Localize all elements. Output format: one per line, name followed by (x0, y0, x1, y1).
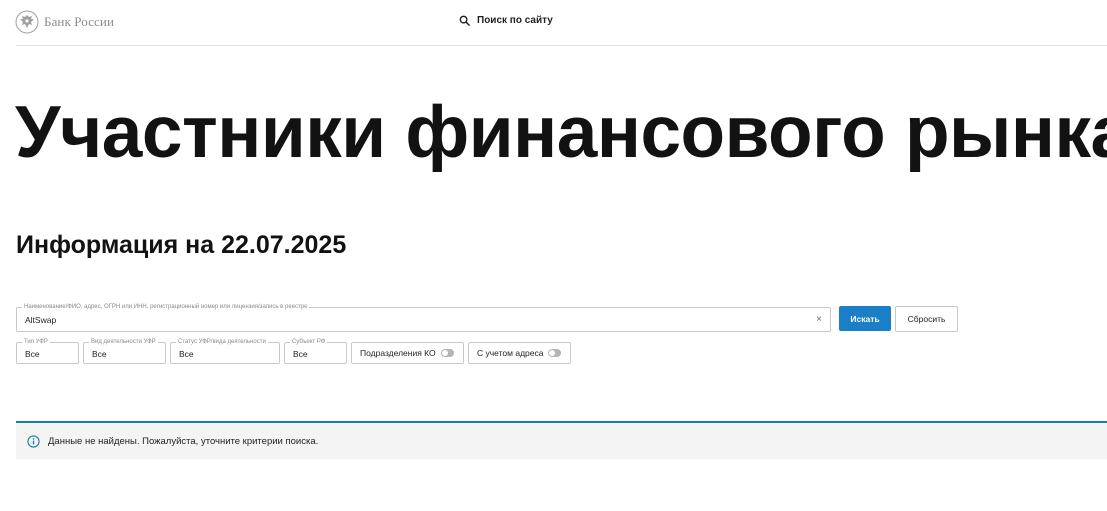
close-icon[interactable]: × (816, 314, 822, 325)
filter-region-select[interactable]: Субъект РФ Все (284, 338, 347, 364)
filter-activity-label: Вид деятельности УФР (89, 338, 158, 346)
toggle-ko-label: Подразделения КО (360, 348, 436, 358)
bank-logo[interactable]: Банк России (15, 10, 114, 34)
toggle-switch[interactable] (441, 349, 454, 357)
filter-activity-select[interactable]: Вид деятельности УФР Все (83, 338, 166, 364)
double-headed-eagle-icon (15, 10, 39, 34)
filter-type-select[interactable]: Тип УФР Все (16, 338, 79, 364)
filter-activity-value: Все (92, 349, 107, 359)
search-icon (459, 15, 470, 26)
site-search-button[interactable]: Поиск по сайту (459, 15, 553, 26)
toggle-knob (549, 350, 555, 356)
search-field-label: Наименование/ФИО, адрес, ОГРН или ИНН, р… (22, 303, 310, 311)
filter-type-label: Тип УФР (22, 338, 50, 346)
header-divider (16, 45, 1107, 46)
toggle-knob (442, 350, 448, 356)
info-icon (27, 434, 40, 448)
page-title: Участники финансового рынка (15, 92, 1107, 173)
reset-button[interactable]: Сбросить (895, 306, 958, 332)
toggle-ko-divisions[interactable]: Подразделения КО (351, 342, 464, 364)
info-date-heading: Информация на 22.07.2025 (16, 231, 347, 259)
toggle-address[interactable]: С учетом адреса (468, 342, 571, 364)
filter-status-label: Статус УФР/вида деятельности (176, 338, 268, 346)
site-header: Банк России Поиск по сайту (0, 0, 1107, 46)
site-search-label: Поиск по сайту (477, 15, 553, 26)
toggle-address-label: С учетом адреса (477, 348, 544, 358)
filter-region-label: Субъект РФ (290, 338, 328, 346)
filter-status-value: Все (179, 349, 194, 359)
filter-status-select[interactable]: Статус УФР/вида деятельности Все (170, 338, 280, 364)
toggle-switch[interactable] (548, 349, 561, 357)
notice-text: Данные не найдены. Пожалуйста, уточните … (48, 435, 319, 447)
search-field-value[interactable]: AltSwap (25, 315, 56, 325)
bank-name: Банк России (44, 14, 115, 29)
filter-type-value: Все (25, 349, 40, 359)
no-results-notice: Данные не найдены. Пожалуйста, уточните … (16, 421, 1107, 459)
filter-region-value: Все (293, 349, 308, 359)
registry-search-input[interactable]: Наименование/ФИО, адрес, ОГРН или ИНН, р… (16, 303, 831, 332)
search-button[interactable]: Искать (839, 306, 891, 331)
